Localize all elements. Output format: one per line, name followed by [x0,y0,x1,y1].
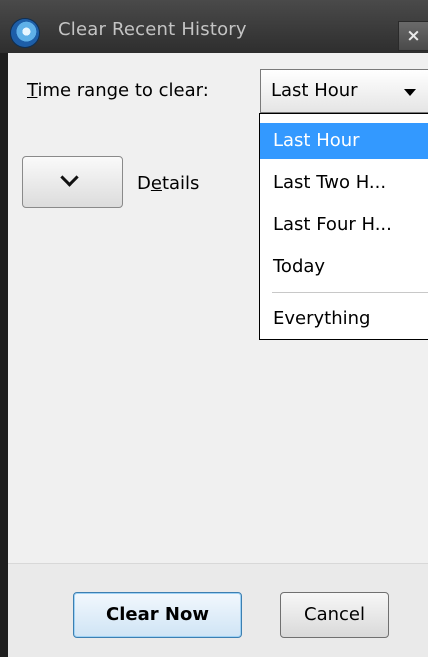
dropdown-separator [272,292,428,293]
window-title: Clear Recent History [58,19,247,40]
option-last-four-hours[interactable]: Last Four H... [260,207,428,243]
time-range-select[interactable]: Last Hour [260,69,428,113]
time-range-label: Time range to clear: [27,80,209,101]
option-everything[interactable]: Everything [260,301,428,337]
clear-history-dialog: Clear Recent History × Time range to cle… [0,0,428,657]
chevron-down-icon [60,168,79,187]
title-bar[interactable]: Clear Recent History × [0,0,428,53]
details-label: Details [137,173,200,194]
close-button[interactable]: × [398,21,428,51]
browser-globe-icon [11,19,39,47]
time-range-dropdown-list: Last Hour Last Two H... Last Four H... T… [259,113,428,340]
option-last-two-hours[interactable]: Last Two H... [260,165,428,201]
clear-now-button[interactable]: Clear Now [73,592,242,638]
option-today[interactable]: Today [260,249,428,285]
details-toggle-button[interactable] [22,156,123,208]
dropdown-arrow-icon [404,89,416,96]
option-last-hour[interactable]: Last Hour [260,123,428,159]
time-range-selected-value: Last Hour [271,80,358,101]
cancel-button[interactable]: Cancel [280,592,389,638]
